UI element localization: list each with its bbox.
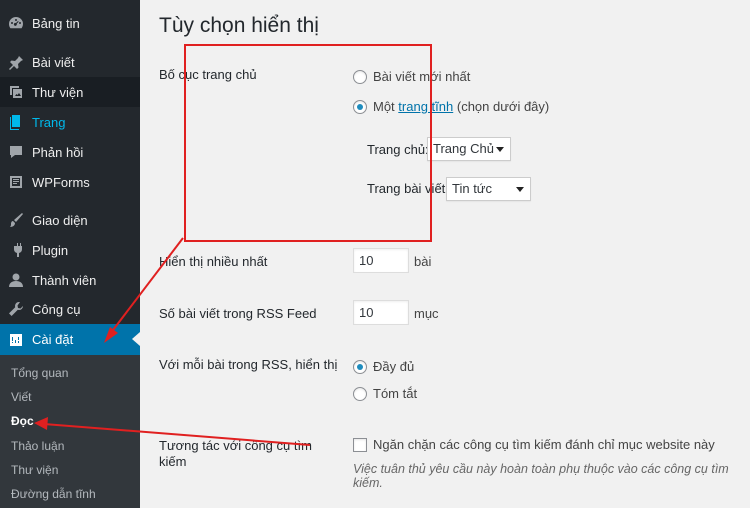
radio-rss-summary[interactable] <box>353 387 367 401</box>
rss-summary-label: Tóm tắt <box>373 386 418 401</box>
sidebar-item-settings[interactable]: Cài đặt <box>0 324 140 355</box>
pin-icon <box>8 54 24 70</box>
option-latest-posts-label: Bài viết mới nhất <box>373 69 471 84</box>
rss-full-label: Đầy đủ <box>373 359 415 374</box>
sidebar-item-label: Thành viên <box>32 272 97 288</box>
chevron-down-icon <box>496 147 504 152</box>
homepage-select-value: Trang Chủ <box>433 141 494 156</box>
active-menu-pointer <box>132 332 140 346</box>
homepage-layout-label: Bố cục trang chủ <box>159 67 257 82</box>
sidebar-item-label: Phản hồi <box>32 144 84 160</box>
rss-count-unit: mục <box>414 306 439 321</box>
settings-submenu: Tổng quan Viết Đọc Thảo luận Thư viện Đư… <box>0 355 140 508</box>
radio-latest-posts[interactable] <box>353 70 367 84</box>
main-content: Tùy chọn hiển thị Bố cục trang chủ Bài v… <box>140 0 750 508</box>
sidebar-item-media[interactable]: Thư viện <box>0 77 140 107</box>
wrench-icon <box>8 301 24 317</box>
rss-display-label: Với mỗi bài trong RSS, hiển thị <box>159 357 338 372</box>
posts-page-select-value: Tin tức <box>452 181 493 196</box>
sidebar-item-label: Plugin <box>32 242 69 258</box>
settings-icon <box>8 332 24 348</box>
sidebar-item-comments[interactable]: Phản hồi <box>0 137 140 167</box>
dashboard-icon <box>8 15 24 31</box>
submenu-item-writing[interactable]: Viết <box>11 390 31 404</box>
submenu-item-permalinks[interactable]: Đường dẫn tĩnh <box>11 487 96 501</box>
search-engine-label: Tương tác với công cụ tìm kiếm <box>159 438 312 469</box>
sidebar-item-label: Giao diện <box>32 212 88 228</box>
user-icon <box>8 272 24 288</box>
posts-per-page-input[interactable]: 10 <box>353 248 409 273</box>
static-prefix-text: Một <box>373 99 395 114</box>
sidebar-item-pages[interactable]: Trang <box>0 107 140 137</box>
posts-per-page-unit: bài <box>414 254 432 269</box>
posts-per-page-label: Hiển thị nhiều nhất <box>159 254 268 269</box>
sidebar-item-label: Công cụ <box>32 301 81 317</box>
sidebar-item-users[interactable]: Thành viên <box>0 265 140 295</box>
sidebar-item-plugins[interactable]: Plugin <box>0 235 140 265</box>
sidebar-item-label: Bảng tin <box>32 15 80 31</box>
media-icon <box>8 84 24 100</box>
sidebar-item-label: WPForms <box>32 174 90 190</box>
homepage-select[interactable]: Trang Chủ <box>427 137 511 161</box>
plugin-icon <box>8 242 24 258</box>
submenu-item-general[interactable]: Tổng quan <box>11 366 68 380</box>
posts-page-select-label: Trang bài viết: <box>367 181 449 196</box>
submenu-item-media[interactable]: Thư viện <box>11 463 58 477</box>
radio-rss-full[interactable] <box>353 360 367 374</box>
static-suffix-text: (chọn dưới đây) <box>456 99 550 114</box>
page-icon <box>8 114 24 130</box>
block-search-engines-checkbox[interactable] <box>353 438 367 452</box>
search-engine-description: Việc tuân thủ yêu cầu này hoàn toàn phụ … <box>353 462 729 490</box>
sidebar-item-dashboard[interactable]: Bảng tin <box>0 8 140 38</box>
sidebar-item-label: Thư viện <box>32 84 84 100</box>
submenu-item-discussion[interactable]: Thảo luận <box>11 439 64 453</box>
submenu-item-reading[interactable]: Đọc <box>11 414 34 428</box>
block-search-engines-label: Ngăn chặn các công cụ tìm kiếm đánh chỉ … <box>373 437 715 452</box>
sidebar-item-label: Bài viết <box>32 54 75 70</box>
admin-sidebar: Bảng tin Bài viết Thư viện Trang Phản hồ… <box>0 0 140 508</box>
static-page-link[interactable]: trang tĩnh <box>398 99 453 114</box>
comment-icon <box>8 144 24 160</box>
sidebar-item-wpforms[interactable]: WPForms <box>0 167 140 197</box>
option-static-page-label: Một trang tĩnh (chọn dưới đây) <box>373 99 549 114</box>
forms-icon <box>8 174 24 190</box>
homepage-select-label: Trang chủ: <box>367 142 429 157</box>
sidebar-item-label: Trang <box>32 114 66 130</box>
brush-icon <box>8 212 24 228</box>
sidebar-item-posts[interactable]: Bài viết <box>0 47 140 77</box>
page-title: Tùy chọn hiển thị <box>159 14 319 37</box>
posts-page-select[interactable]: Tin tức <box>446 177 531 201</box>
radio-static-page[interactable] <box>353 100 367 114</box>
sidebar-item-label: Cài đặt <box>32 332 74 347</box>
chevron-down-icon <box>516 187 524 192</box>
rss-count-input[interactable]: 10 <box>353 300 409 325</box>
sidebar-item-tools[interactable]: Công cụ <box>0 294 140 324</box>
rss-count-label: Số bài viết trong RSS Feed <box>159 306 317 321</box>
sidebar-item-appearance[interactable]: Giao diện <box>0 205 140 235</box>
